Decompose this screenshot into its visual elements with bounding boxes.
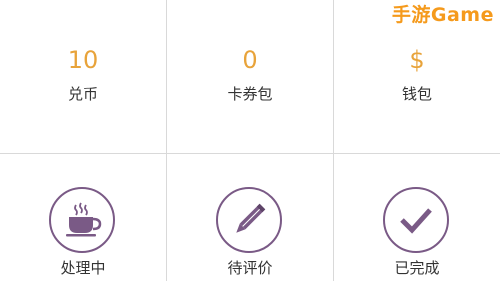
- order-completed-label: 已完成: [394, 259, 440, 277]
- coupons-value: 0: [242, 46, 258, 74]
- coffee-cup-icon: [49, 187, 115, 253]
- account-grid: 10 兑币 0 卡券包 $ 钱包 处理中 待评价 已完成: [0, 0, 500, 281]
- wallet-value: $: [409, 46, 425, 74]
- order-review-button[interactable]: 待评价: [167, 154, 333, 282]
- watermark-logo: 手游Game: [391, 4, 494, 26]
- order-processing-label: 处理中: [60, 259, 106, 277]
- order-review-label: 待评价: [227, 259, 273, 277]
- coins-value: 10: [67, 46, 99, 74]
- checkmark-icon: [383, 187, 449, 253]
- order-processing-button[interactable]: 处理中: [0, 154, 166, 282]
- stat-coupons[interactable]: 0 卡券包: [167, 0, 333, 153]
- coupons-label: 卡券包: [227, 85, 273, 103]
- stat-coins[interactable]: 10 兑币: [0, 0, 166, 153]
- wallet-label: 钱包: [401, 85, 432, 103]
- order-completed-button[interactable]: 已完成: [334, 154, 500, 282]
- coins-label: 兑币: [67, 85, 98, 103]
- pencil-icon: [216, 187, 282, 253]
